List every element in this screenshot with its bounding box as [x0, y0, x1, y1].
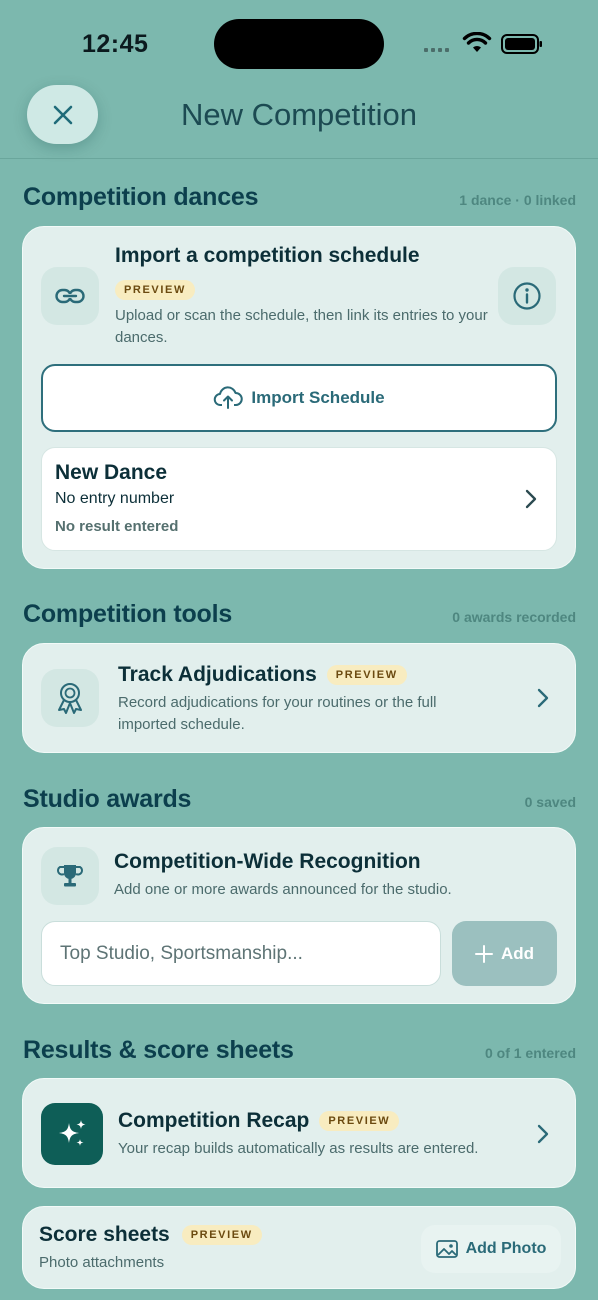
section-title: Competition dances — [23, 183, 259, 211]
page-title: New Competition — [180, 97, 418, 132]
award-name-input[interactable] — [41, 921, 441, 986]
preview-badge: PREVIEW — [181, 1225, 262, 1245]
recognition-description: Add one or more awards announced for the… — [114, 881, 452, 898]
chevron-right-icon — [537, 1124, 549, 1144]
preview-badge-label: PREVIEW — [115, 280, 195, 300]
award-ribbon-icon — [58, 683, 82, 714]
score-sheets-title-row: Score sheets PREVIEW — [39, 1223, 262, 1247]
plus-icon — [474, 944, 493, 963]
dance-name: New Dance — [55, 461, 168, 484]
link-icon — [55, 288, 85, 304]
section-title: Results & score sheets — [23, 1036, 294, 1064]
nav-header: New Competition — [0, 80, 598, 158]
section-header-results: Results & score sheets 0 of 1 entered — [23, 1036, 576, 1065]
section-header-awards: Studio awards 0 saved — [23, 785, 576, 814]
dance-row[interactable]: New Dance No entry number No result ente… — [41, 447, 557, 551]
sparkles-icon-tile — [41, 1103, 103, 1165]
wifi-icon — [462, 32, 492, 52]
track-title-row: Track Adjudications PREVIEW — [118, 663, 407, 687]
recap-description: Your recap builds automatically as resul… — [118, 1140, 479, 1157]
score-sheets-subtitle: Photo attachments — [39, 1254, 165, 1271]
section-title: Studio awards — [23, 785, 192, 813]
section-title: Competition tools — [23, 600, 233, 628]
battery-icon — [501, 34, 542, 54]
chevron-right-icon — [525, 489, 537, 509]
section-header-tools: Competition tools 0 awards recorded — [23, 600, 576, 629]
import-schedule-card: Import a competition schedule PREVIEW Up… — [22, 226, 576, 569]
add-photo-label: Add Photo — [465, 1240, 547, 1257]
track-adjudications-card[interactable]: Track Adjudications PREVIEW Record adjud… — [22, 643, 576, 753]
link-icon-tile — [41, 267, 99, 325]
preview-badge: PREVIEW — [319, 1111, 400, 1131]
section-header-dances: Competition dances 1 dance · 0 linked — [23, 183, 576, 212]
sparkles-icon — [59, 1120, 86, 1146]
status-bar: 12:45 — [0, 0, 598, 80]
score-sheets-card: Score sheets PREVIEW Photo attachments A… — [22, 1206, 576, 1289]
recognition-title: Competition-Wide Recognition — [114, 850, 421, 873]
status-time: 12:45 — [82, 30, 149, 58]
info-button[interactable] — [498, 267, 556, 325]
preview-badge: PREVIEW — [115, 280, 195, 300]
import-card-description: Upload or scan the schedule, then link i… — [115, 307, 488, 346]
recap-title: Competition Recap — [118, 1109, 310, 1132]
section-meta: 0 awards recorded — [452, 609, 576, 625]
add-photo-button[interactable]: Add Photo — [421, 1225, 561, 1273]
add-award-button[interactable]: Add — [452, 921, 557, 986]
section-meta: 1 dance · 0 linked — [459, 192, 576, 208]
info-icon — [513, 282, 541, 310]
import-schedule-label: Import Schedule — [251, 388, 385, 407]
trophy-icon — [57, 865, 83, 887]
dance-entry-number: No entry number — [55, 490, 175, 507]
dynamic-island — [214, 19, 384, 69]
header-divider — [0, 158, 598, 159]
section-meta: 0 of 1 entered — [484, 1045, 576, 1061]
score-sheets-title: Score sheets — [39, 1223, 170, 1246]
ribbon-icon-tile — [41, 669, 99, 727]
dance-result: No result entered — [55, 518, 179, 535]
add-award-label: Add — [500, 943, 535, 963]
recap-title-row: Competition Recap PREVIEW — [118, 1109, 400, 1133]
trophy-icon-tile — [41, 847, 99, 905]
import-schedule-button[interactable]: Import Schedule — [41, 364, 557, 432]
track-adjudications-description: Record adjudications for your routines o… — [118, 694, 437, 733]
cloud-upload-icon — [214, 386, 244, 409]
photo-icon — [435, 1240, 458, 1258]
studio-awards-card: Competition-Wide Recognition Add one or … — [22, 827, 576, 1004]
competition-recap-card[interactable]: Competition Recap PREVIEW Your recap bui… — [22, 1078, 576, 1188]
chevron-right-icon — [537, 688, 549, 708]
section-meta: 0 saved — [524, 794, 576, 810]
preview-badge: PREVIEW — [326, 665, 407, 685]
cellular-signal-icon — [424, 48, 449, 52]
track-adjudications-title: Track Adjudications — [118, 663, 317, 686]
import-card-title: Import a competition schedule — [115, 244, 420, 267]
